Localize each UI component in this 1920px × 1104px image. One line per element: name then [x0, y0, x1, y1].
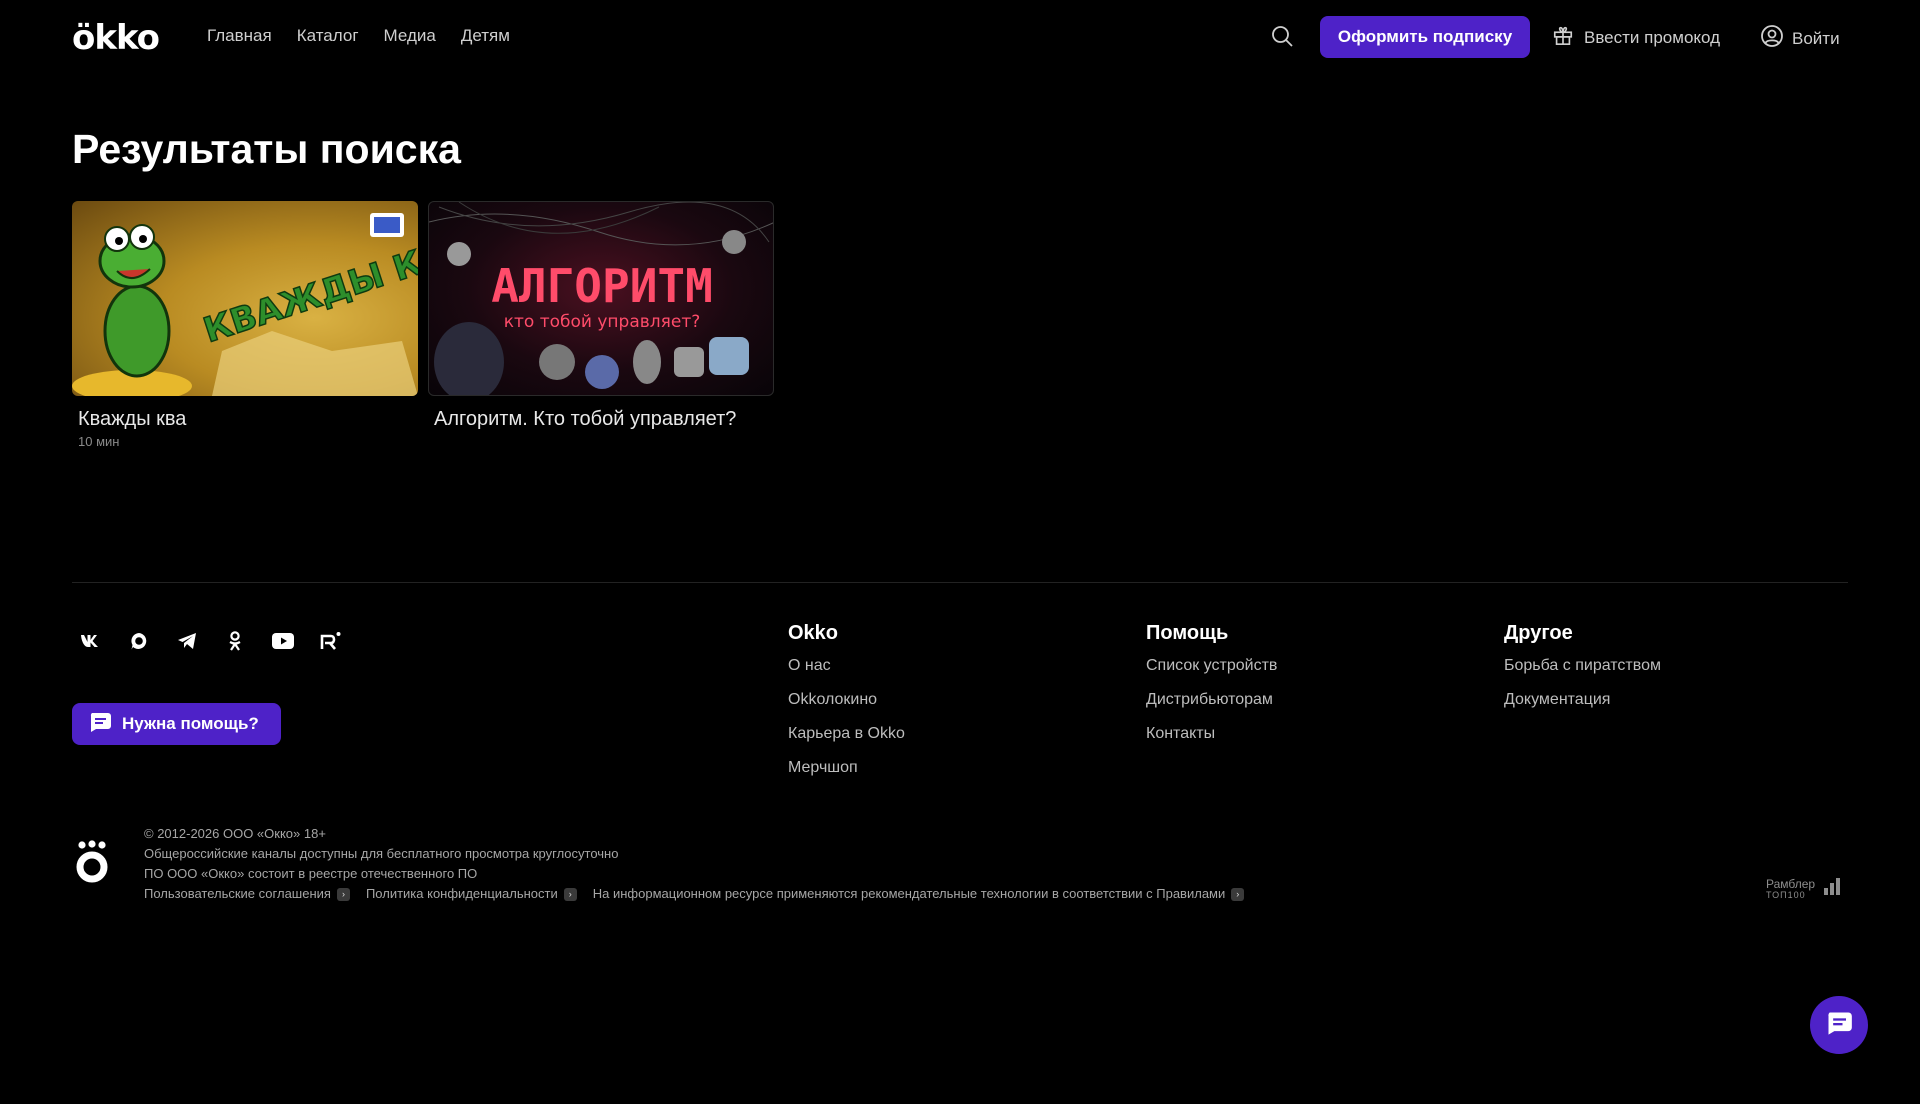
card-duration: 10 мин [78, 434, 120, 449]
need-help-label: Нужна помощь? [122, 714, 259, 733]
software-registry-text: ПО ООО «Окко» состоит в реестре отечеств… [144, 866, 478, 881]
footer-column-title: Другое [1504, 622, 1573, 644]
max-icon[interactable] [128, 630, 150, 652]
login-label: Войти [1792, 28, 1840, 48]
telegram-icon[interactable] [176, 630, 198, 652]
footer-divider [72, 582, 1848, 583]
subscribe-button[interactable]: Оформить подписку [1320, 16, 1530, 58]
recommendation-rules-link[interactable]: На информационном ресурсе применяются ре… [593, 884, 1245, 904]
chat-icon [88, 711, 112, 738]
arrow-right-icon: › [1231, 887, 1245, 901]
okko-small-logo [74, 840, 110, 891]
privacy-policy-link[interactable]: Политика конфиденциальности › [366, 884, 577, 904]
odnoklassniki-icon[interactable] [224, 630, 246, 652]
footer-column-title: Okko [788, 622, 839, 644]
arrow-right-icon: › [336, 887, 350, 901]
user-icon [1760, 24, 1784, 53]
search-icon[interactable] [1270, 24, 1296, 50]
card-title[interactable]: Алгоритм. Кто тобой управляет? [434, 408, 774, 431]
chat-icon [1825, 1010, 1853, 1041]
footer-column-okko: Okko О нас Okkолокино Карьера в Okko Мер… [788, 622, 905, 791]
support-chat-button[interactable] [1810, 996, 1868, 1054]
footer-link-career[interactable]: Карьера в Okko [788, 723, 905, 757]
footer-link-antipiracy[interactable]: Борьба с пиратством [1504, 655, 1661, 689]
arrow-right-icon: › [563, 887, 577, 901]
main-nav: Главная Каталог Медиа Детям [207, 26, 510, 46]
vk-icon[interactable] [80, 630, 102, 652]
card-thumbnail[interactable]: АЛГОРИТМ кто тобой управляет? [428, 201, 774, 396]
card-title[interactable]: Кважды ква [78, 408, 418, 431]
footer-link-distributors[interactable]: Дистрибьюторам [1146, 689, 1277, 723]
nav-item-kids[interactable]: Детям [461, 26, 510, 46]
youtube-icon[interactable] [272, 630, 294, 652]
promo-code-label: Ввести промокод [1584, 27, 1721, 47]
result-card[interactable]: АЛГОРИТМ кто тобой управляет? Алгоритм. … [428, 201, 774, 449]
footer-column-help: Помощь Список устройств Дистрибьюторам К… [1146, 622, 1277, 757]
nav-item-media[interactable]: Медиа [384, 26, 436, 46]
page-title: Результаты поиска [72, 126, 461, 172]
footer-link-merch[interactable]: Мерчшоп [788, 757, 905, 791]
footer-link-okkolokino[interactable]: Okkолокино [788, 689, 905, 723]
nav-item-home[interactable]: Главная [207, 26, 272, 46]
footer-link-documentation[interactable]: Документация [1504, 689, 1661, 723]
footer-link-devices[interactable]: Список устройств [1146, 655, 1277, 689]
footer-link-contacts[interactable]: Контакты [1146, 723, 1277, 757]
promo-code-button[interactable]: Ввести промокод [1552, 24, 1720, 51]
social-links [80, 630, 342, 652]
footer-column-other: Другое Борьба с пиратством Документация [1504, 622, 1661, 723]
rambler-top100-badge[interactable]: Рамблер ТОП100 [1766, 877, 1841, 900]
copyright-text: © 2012-2026 ООО «Окко» 18+ [144, 826, 326, 841]
rambler-top-label: ТОП100 [1766, 889, 1806, 900]
okko-logo[interactable]: ökko [72, 18, 160, 58]
rutube-icon[interactable] [320, 630, 342, 652]
legal-info: © 2012-2026 ООО «Окко» 18+ Общероссийски… [144, 824, 1245, 904]
user-agreements-link[interactable]: Пользовательские соглашения › [144, 884, 350, 904]
header: ökko Главная Каталог Медиа Детям Оформит… [0, 0, 1920, 74]
search-results: КВАЖДЫ КВА Кважды ква 10 мин АЛГОРИТМ кт… [72, 201, 774, 449]
thumbnail-title-text: КВАЖДЫ КВА [199, 227, 418, 351]
need-help-button[interactable]: Нужна помощь? [72, 703, 281, 745]
nav-item-catalog[interactable]: Каталог [297, 26, 359, 46]
bar-chart-icon [1823, 877, 1841, 900]
footer-column-title: Помощь [1146, 622, 1229, 644]
legal-links: Пользовательские соглашения › Политика ко… [144, 884, 1245, 904]
gift-icon [1552, 24, 1574, 51]
thumbnail-subtitle-text: кто тобой управляет? [504, 312, 701, 332]
card-thumbnail[interactable]: КВАЖДЫ КВА [72, 201, 418, 396]
login-button[interactable]: Войти [1760, 24, 1840, 53]
result-card[interactable]: КВАЖДЫ КВА Кважды ква 10 мин [72, 201, 418, 449]
footer-link-about[interactable]: О нас [788, 655, 905, 689]
thumbnail-title-text: АЛГОРИТМ [491, 259, 713, 313]
channels-text: Общероссийские каналы доступны для беспл… [144, 846, 619, 861]
rambler-name: Рамблер [1766, 876, 1816, 891]
